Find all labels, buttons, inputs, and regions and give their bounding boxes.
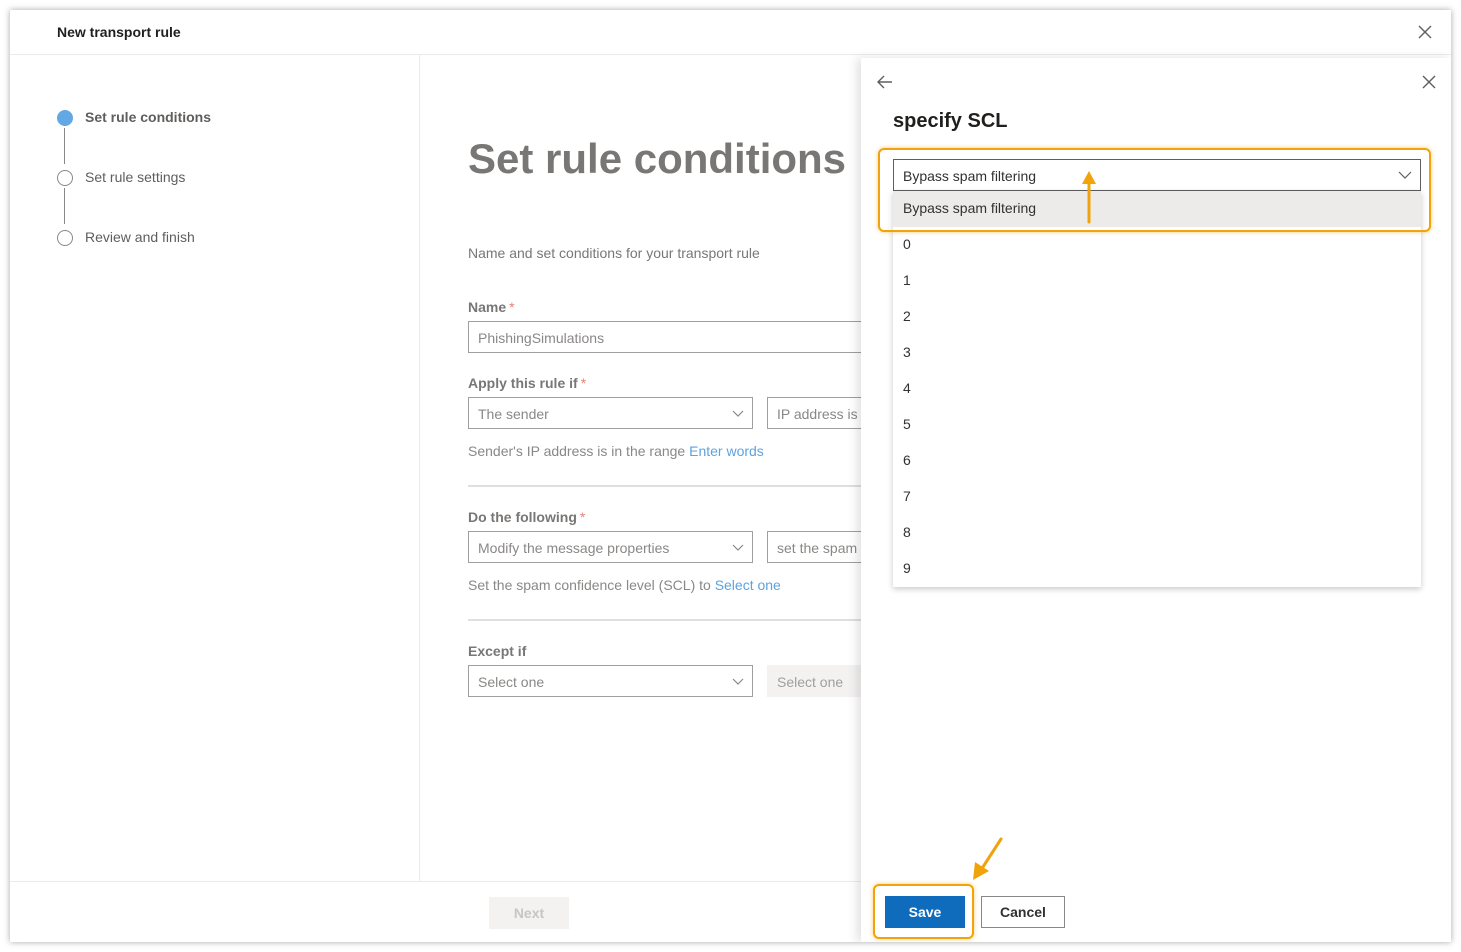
step-connector xyxy=(64,188,65,224)
scl-dropdown[interactable]: Bypass spam filtering xyxy=(893,159,1421,191)
scl-option-9[interactable]: 9 xyxy=(893,551,1421,587)
name-label: Name * xyxy=(468,299,515,315)
chevron-down-icon xyxy=(1398,171,1412,179)
do-following-label: Do the following * xyxy=(468,509,586,525)
section-divider xyxy=(468,619,871,621)
scl-option-1[interactable]: 1 xyxy=(893,263,1421,299)
page-title: Set rule conditions xyxy=(468,135,847,182)
enter-words-link[interactable]: Enter words xyxy=(689,443,764,459)
scl-option-bypass[interactable]: Bypass spam filtering xyxy=(893,191,1421,227)
scl-options-list: Bypass spam filtering 0 1 2 3 4 5 6 7 8 … xyxy=(893,191,1421,587)
apply-rule-label: Apply this rule if * xyxy=(468,375,587,391)
except-if-condition-select: Select one xyxy=(767,665,871,697)
transport-rule-window: New transport rule Set rule conditions S… xyxy=(10,10,1451,942)
do-following-helper: Set the spam confidence level (SCL) to S… xyxy=(468,577,781,593)
chevron-down-icon xyxy=(732,678,744,685)
save-button[interactable]: Save xyxy=(885,896,965,928)
section-divider xyxy=(468,485,871,487)
step-indicator-icon xyxy=(57,110,73,126)
do-following-action-select[interactable]: set the spam confidence xyxy=(767,531,871,563)
rule-form: Set rule conditions Name and set conditi… xyxy=(421,55,871,881)
window-title: New transport rule xyxy=(57,24,181,40)
apply-rule-condition-select[interactable]: IP address is in xyxy=(767,397,871,429)
scl-option-0[interactable]: 0 xyxy=(893,227,1421,263)
step-label: Set rule conditions xyxy=(85,109,212,125)
window-header: New transport rule xyxy=(10,10,1451,55)
scl-option-2[interactable]: 2 xyxy=(893,299,1421,335)
apply-rule-select[interactable]: The sender xyxy=(468,397,753,429)
scl-option-5[interactable]: 5 xyxy=(893,407,1421,443)
chevron-down-icon xyxy=(732,410,744,417)
down-arrow-annotation-icon xyxy=(973,837,1003,880)
scl-option-4[interactable]: 4 xyxy=(893,371,1421,407)
page-subtitle: Name and set conditions for your transpo… xyxy=(468,245,760,261)
next-button: Next xyxy=(489,897,569,929)
wizard-footer: Next xyxy=(10,881,871,942)
name-input[interactable]: PhishingSimulations xyxy=(468,321,871,353)
except-if-select[interactable]: Select one xyxy=(468,665,753,697)
except-if-label: Except if xyxy=(468,643,527,659)
back-arrow-icon[interactable] xyxy=(875,72,895,92)
scl-option-6[interactable]: 6 xyxy=(893,443,1421,479)
specify-scl-panel: specify SCL Bypass spam filtering Bypass… xyxy=(861,58,1451,942)
apply-rule-helper: Sender's IP address is in the range Ente… xyxy=(468,443,764,459)
close-icon[interactable] xyxy=(1415,22,1435,42)
scl-option-8[interactable]: 8 xyxy=(893,515,1421,551)
chevron-down-icon xyxy=(732,544,744,551)
scl-option-7[interactable]: 7 xyxy=(893,479,1421,515)
wizard-steps: Set rule conditions Set rule settings Re… xyxy=(10,55,420,881)
step-label: Review and finish xyxy=(85,229,195,245)
step-label: Set rule settings xyxy=(85,169,186,185)
scl-option-3[interactable]: 3 xyxy=(893,335,1421,371)
step-indicator-icon xyxy=(57,170,73,186)
panel-title: specify SCL xyxy=(893,110,1008,132)
cancel-button[interactable]: Cancel xyxy=(981,896,1065,928)
step-connector xyxy=(64,128,65,164)
step-indicator-icon xyxy=(57,230,73,246)
close-icon[interactable] xyxy=(1419,72,1439,92)
do-following-select[interactable]: Modify the message properties xyxy=(468,531,753,563)
select-one-link[interactable]: Select one xyxy=(715,577,781,593)
